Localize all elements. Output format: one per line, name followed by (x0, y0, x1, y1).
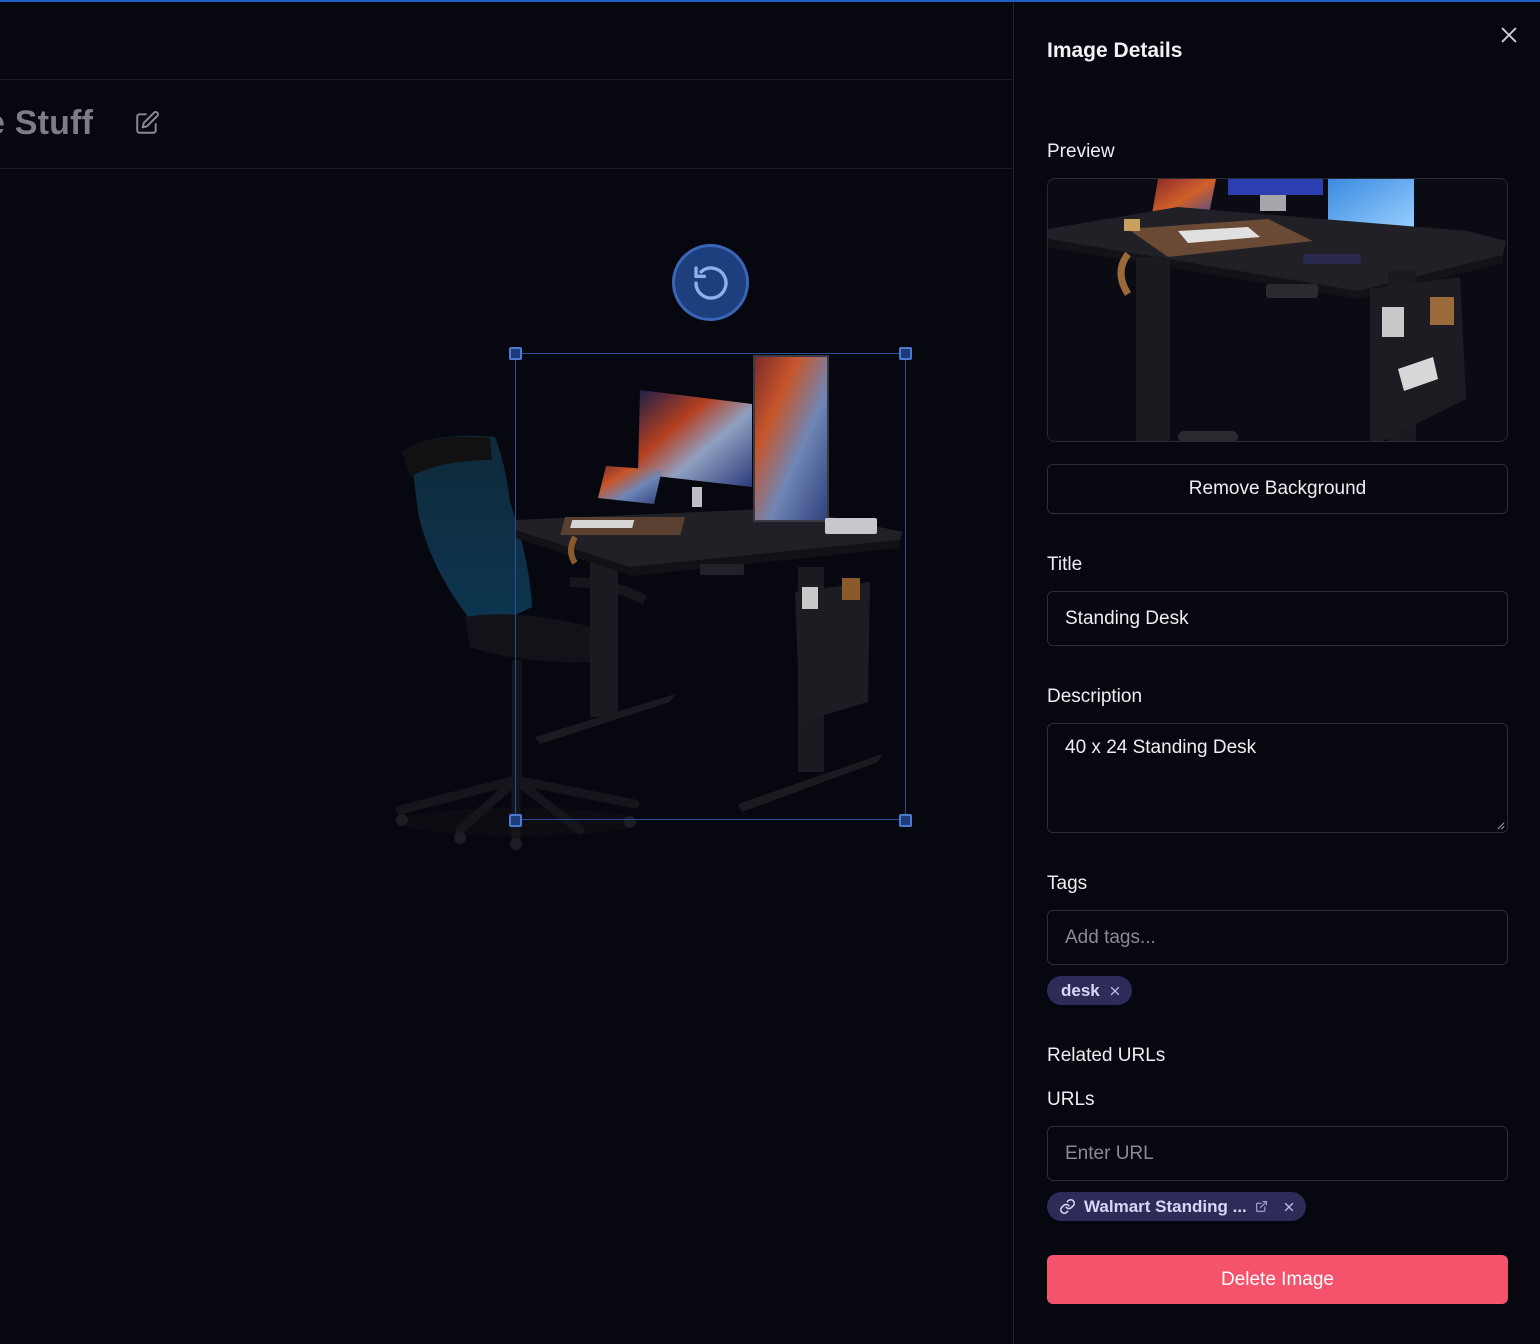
remove-url-icon[interactable] (1282, 1200, 1296, 1214)
url-chip-label: Walmart Standing ... (1084, 1196, 1247, 1216)
related-urls-label: Related URLs (1047, 1045, 1166, 1066)
image-details-panel: Image Details Preview Remove Background … (1013, 2, 1540, 1344)
resize-handle-bottom-left[interactable] (509, 814, 522, 827)
delete-image-button[interactable]: Delete Image (1047, 1255, 1508, 1304)
rotate-button[interactable] (672, 244, 749, 321)
image-preview (1047, 178, 1508, 442)
preview-label: Preview (1047, 141, 1115, 162)
rotate-icon (693, 265, 728, 300)
link-icon (1060, 1199, 1075, 1214)
resize-handle-bottom-right[interactable] (899, 814, 912, 827)
tag-chip: desk (1047, 976, 1132, 1005)
board-title: e Stuff (0, 104, 94, 142)
preview-image (1048, 179, 1507, 441)
tags-input[interactable]: Add tags... (1047, 910, 1508, 965)
urls-label: URLs (1047, 1089, 1095, 1110)
remove-tag-icon[interactable] (1108, 984, 1122, 998)
tag-chip-label: desk (1061, 980, 1100, 1000)
close-icon (1501, 27, 1517, 43)
title-input[interactable]: Standing Desk (1047, 591, 1508, 646)
resize-grip-icon[interactable] (1496, 821, 1505, 830)
description-text: 40 x 24 Standing Desk (1065, 737, 1257, 758)
board-header: e Stuff (0, 80, 1013, 169)
resize-handle-top-right[interactable] (899, 347, 912, 360)
remove-background-button[interactable]: Remove Background (1047, 464, 1508, 514)
url-input[interactable]: Enter URL (1047, 1126, 1508, 1181)
resize-handle-top-left[interactable] (509, 347, 522, 360)
title-label: Title (1047, 554, 1083, 575)
panel-title: Image Details (1047, 39, 1183, 62)
edit-icon (136, 111, 159, 134)
selection-box (515, 353, 906, 820)
url-chip[interactable]: Walmart Standing ... (1047, 1192, 1306, 1221)
tags-label: Tags (1047, 873, 1088, 894)
edit-title-button[interactable] (134, 110, 160, 136)
board-canvas[interactable]: e Stuff (0, 2, 1013, 1344)
description-label: Description (1047, 686, 1143, 707)
close-panel-button[interactable] (1498, 24, 1520, 46)
canvas-toolbar (0, 2, 1013, 80)
description-textarea[interactable]: 40 x 24 Standing Desk (1047, 723, 1508, 833)
external-link-icon[interactable] (1255, 1200, 1268, 1213)
